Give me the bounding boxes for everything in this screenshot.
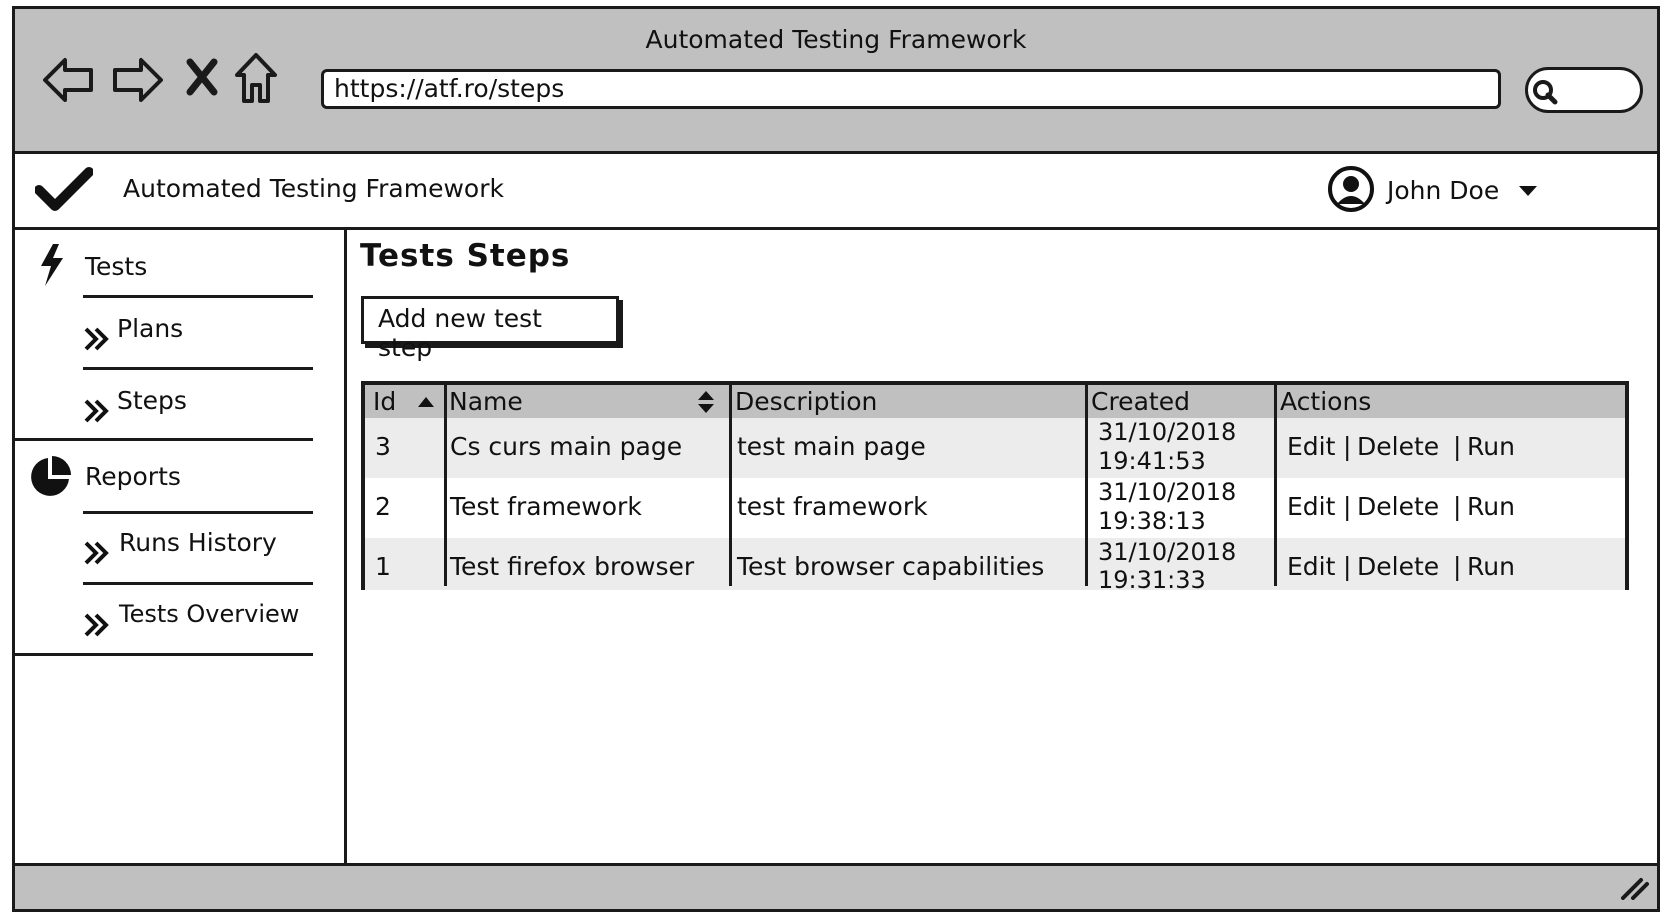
column-header-actions: Actions bbox=[1280, 387, 1372, 416]
cell-description: test framework bbox=[737, 492, 928, 521]
cell-created-date: 31/10/2018 bbox=[1098, 538, 1237, 566]
sort-both-icon[interactable] bbox=[697, 389, 715, 415]
search-icon bbox=[1533, 80, 1558, 105]
resize-grip-icon[interactable] bbox=[1619, 876, 1649, 900]
action-edit-link[interactable]: Edit bbox=[1287, 492, 1335, 521]
action-delete-link[interactable]: Delete bbox=[1357, 552, 1439, 581]
cell-created-date: 31/10/2018 bbox=[1098, 478, 1237, 506]
sidebar-item-label: Runs History bbox=[119, 528, 277, 557]
action-edit-link[interactable]: Edit bbox=[1287, 552, 1335, 581]
column-divider bbox=[444, 385, 447, 586]
action-delete-link[interactable]: Delete bbox=[1357, 432, 1439, 461]
divider bbox=[83, 367, 313, 370]
action-delete-link[interactable]: Delete bbox=[1357, 492, 1439, 521]
browser-statusbar bbox=[15, 863, 1657, 909]
double-chevron-right-icon bbox=[84, 327, 109, 351]
sidebar-item-label: Tests bbox=[85, 252, 148, 281]
action-separator: | bbox=[1453, 552, 1462, 581]
sidebar-item-reports[interactable]: Reports bbox=[15, 446, 315, 510]
cell-id: 2 bbox=[375, 492, 391, 521]
cell-created-date: 31/10/2018 bbox=[1098, 418, 1237, 446]
user-name: John Doe bbox=[1387, 176, 1500, 205]
column-header-name[interactable]: Name bbox=[449, 385, 523, 418]
browser-search-box[interactable] bbox=[1525, 67, 1643, 113]
double-chevron-right-icon bbox=[84, 541, 109, 565]
action-separator: | bbox=[1453, 432, 1462, 461]
stop-icon[interactable] bbox=[185, 57, 219, 97]
action-run-link[interactable]: Run bbox=[1467, 492, 1515, 521]
table-row: 3 Cs curs main page test main page 31/10… bbox=[365, 418, 1625, 478]
sidebar-item-tests-overview[interactable]: Tests Overview bbox=[83, 590, 313, 650]
cell-created-time: 19:38:13 bbox=[1098, 507, 1206, 535]
divider bbox=[15, 653, 313, 656]
user-avatar-icon bbox=[1328, 166, 1374, 212]
action-separator: | bbox=[1343, 492, 1352, 521]
action-separator: | bbox=[1343, 432, 1352, 461]
cell-name: Test firefox browser bbox=[450, 552, 695, 581]
column-header-created[interactable]: Created bbox=[1091, 385, 1190, 418]
cell-created-time: 19:41:53 bbox=[1098, 447, 1206, 475]
sidebar-item-runs-history[interactable]: Runs History bbox=[83, 520, 313, 580]
table-row: 1 Test firefox browser Test browser capa… bbox=[365, 538, 1625, 594]
table-header: Id Name Description Created Actions bbox=[365, 385, 1625, 418]
user-menu[interactable]: John Doe bbox=[1327, 162, 1547, 220]
page-title: Tests Steps bbox=[360, 238, 571, 274]
window-title: Automated Testing Framework bbox=[645, 25, 1027, 54]
cell-name: Test framework bbox=[450, 492, 642, 521]
pie-chart-icon bbox=[31, 456, 71, 496]
sidebar-item-steps[interactable]: Steps bbox=[83, 376, 313, 436]
divider bbox=[15, 438, 313, 441]
cell-id: 1 bbox=[375, 552, 391, 581]
sidebar: Tests Plans Steps Reports Runs History T… bbox=[15, 230, 347, 870]
double-chevron-right-icon bbox=[84, 399, 109, 423]
forward-arrow-icon[interactable] bbox=[109, 55, 165, 105]
chevron-down-icon bbox=[1519, 186, 1537, 196]
double-chevron-right-icon bbox=[84, 613, 109, 637]
column-divider bbox=[1274, 385, 1277, 586]
steps-table: Id Name Description Created Actions 3 Cs… bbox=[361, 381, 1629, 594]
sidebar-item-label: Plans bbox=[117, 314, 184, 343]
add-test-step-button[interactable]: Add new test step bbox=[361, 296, 619, 362]
sidebar-item-label: Steps bbox=[117, 386, 187, 415]
action-run-link[interactable]: Run bbox=[1467, 432, 1515, 461]
cell-created-time: 19:31:33 bbox=[1098, 566, 1206, 594]
address-bar[interactable]: https://atf.ro/steps bbox=[321, 69, 1501, 109]
table-row: 2 Test framework test framework 31/10/20… bbox=[365, 478, 1625, 538]
column-divider bbox=[729, 385, 732, 586]
checkmark-logo-icon bbox=[35, 167, 93, 211]
sidebar-item-label: Reports bbox=[85, 462, 181, 491]
cell-description: test main page bbox=[737, 432, 926, 461]
column-header-id[interactable]: Id bbox=[373, 385, 396, 418]
app-header: Automated Testing Framework John Doe bbox=[15, 154, 1657, 230]
column-divider bbox=[1085, 385, 1088, 586]
sidebar-item-plans[interactable]: Plans bbox=[83, 304, 313, 364]
column-header-description[interactable]: Description bbox=[735, 385, 877, 418]
cell-name: Cs curs main page bbox=[450, 432, 683, 461]
back-arrow-icon[interactable] bbox=[41, 55, 97, 105]
sort-ascending-icon[interactable] bbox=[417, 395, 435, 409]
action-edit-link[interactable]: Edit bbox=[1287, 432, 1335, 461]
sidebar-item-label: Tests Overview bbox=[119, 600, 300, 628]
divider bbox=[83, 582, 313, 585]
action-run-link[interactable]: Run bbox=[1467, 552, 1515, 581]
divider bbox=[83, 295, 313, 298]
lightning-icon bbox=[41, 244, 63, 286]
browser-titlebar: Automated Testing Framework https://atf.… bbox=[15, 9, 1657, 154]
app-title: Automated Testing Framework bbox=[123, 174, 504, 203]
cell-description: Test browser capabilities bbox=[737, 552, 1045, 581]
sidebar-item-tests[interactable]: Tests bbox=[15, 230, 315, 300]
action-separator: | bbox=[1453, 492, 1462, 521]
browser-window: Automated Testing Framework https://atf.… bbox=[12, 6, 1660, 912]
cell-id: 3 bbox=[375, 432, 391, 461]
action-separator: | bbox=[1343, 552, 1352, 581]
divider bbox=[83, 511, 313, 514]
home-icon[interactable] bbox=[233, 51, 279, 105]
